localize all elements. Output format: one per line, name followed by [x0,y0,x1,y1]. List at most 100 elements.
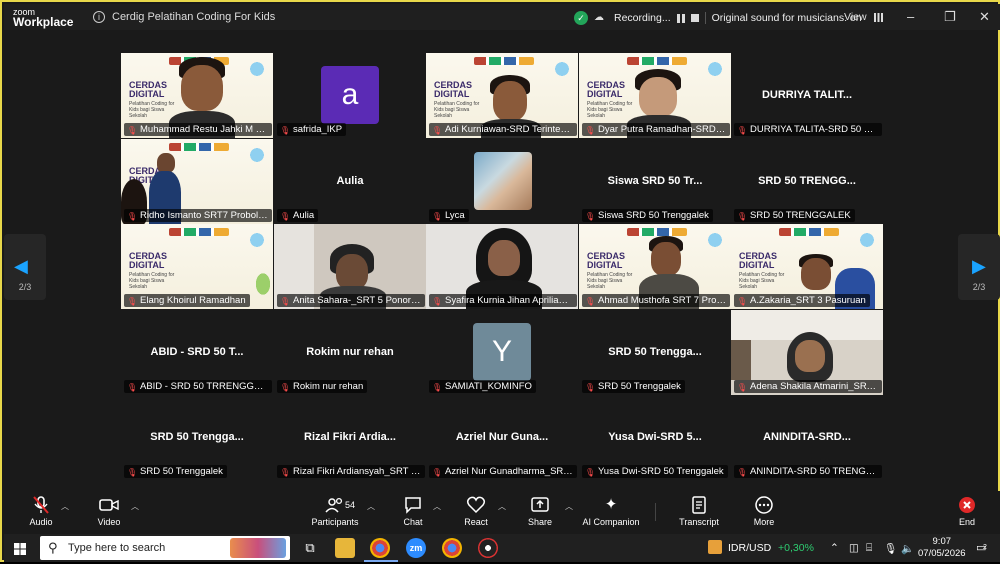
participant-name: Siswa SRD 50 Trenggalek [582,209,713,222]
muted-mic-icon: 🎙 [280,297,291,306]
chat-label: Chat [403,517,423,527]
participant-tile[interactable]: Azriel Nur Guna... Azriel Nur Gunadharma… [426,395,578,480]
participants-button[interactable]: 54 Participants [307,495,363,527]
participant-tile[interactable]: CERDAS DIGITAL Pelatihan Coding for Kids … [121,53,273,138]
muted-mic-icon: 🎙 [127,468,138,477]
participants-options-caret-icon[interactable]: ︿ [367,501,375,512]
mic-icon[interactable]: 🎙 [884,542,897,555]
participant-tile[interactable]: CERDAS DIGITAL Pelatihan Coding for Kids … [731,224,883,309]
more-label: More [753,517,775,527]
market-widget-icon[interactable] [708,540,722,554]
clock-time: 9:07 [932,536,952,547]
sparkle-icon: ✦ [604,496,618,513]
react-options-caret-icon[interactable]: ︿ [498,501,506,512]
share-label: Share [527,517,553,527]
chrome-profile-icon[interactable] [442,538,462,558]
muted-mic-icon: 🎙 [127,126,138,135]
video-button[interactable]: Video [94,495,124,527]
currency-change: +0,30% [778,542,814,554]
background-door [731,340,751,380]
volume-icon[interactable]: 🔈 [901,542,914,555]
windows-start-icon[interactable] [14,542,26,560]
decoration [253,269,273,299]
participant-name: Adena Shakila Atmarini_SRT 5... [734,380,882,393]
network-icon[interactable]: ⌸ [866,542,872,555]
participant-tile[interactable]: CERDAS DIGITAL Pelatihan Coding for Kids … [426,53,578,138]
participant-tile[interactable]: CERDAS DIGITAL Pelatihan Coding for Kids … [579,224,731,309]
muted-mic-icon: 🎙 [127,297,138,306]
share-screen-icon [525,495,555,515]
participant-tile[interactable]: Yusa Dwi-SRD 5... Yusa Dwi-SRD 50 Trengg… [579,395,731,480]
participant-tile[interactable]: Lyca 🎙 [426,139,578,224]
decoration [245,57,269,81]
zoom-app-icon[interactable]: zm [406,538,426,558]
participant-tile[interactable]: a safrida_IKP 🎙 [274,53,426,138]
participant-tile[interactable]: CERDAS DIGITAL Ridho Ismanto SRT7 Proboli… [121,139,273,224]
app-icon[interactable] [478,538,498,558]
banner-subtitle: Pelatihan Coding for Kids bagi Siswa Sek… [739,272,785,290]
participant-tile[interactable]: Aulia Aulia 🎙 [274,139,426,224]
banner-subtitle: Pelatihan Coding for Kids bagi Siswa Sek… [587,101,633,119]
muted-mic-icon [26,495,56,515]
zoom-window: zoom Workplace i Cerdig Pelatihan Coding… [0,0,1000,562]
chat-button[interactable]: Chat [398,495,428,527]
muted-mic-icon: 🎙 [737,383,748,392]
participant-tile[interactable]: CERDAS DIGITAL Pelatihan Coding for Kids … [579,53,731,138]
video-label: Video [97,517,121,527]
muted-mic-icon: 🎙 [737,212,748,221]
react-button[interactable]: React [459,495,493,527]
transcript-button[interactable]: Transcript [677,495,721,527]
muted-mic-icon: 🎙 [280,212,291,221]
decoration [550,57,574,81]
participant-name: A.Zakaria_SRT 3 Pasuruan [734,294,870,307]
ai-companion-button[interactable]: ✦ AI Companion [580,495,642,527]
share-options-caret-icon[interactable]: ︿ [565,501,573,512]
participant-tile[interactable]: Syafira Kurnia Jihan Apriliani_... 🎙 [426,224,578,309]
participant-tile[interactable]: DURRIYA TALIT... DURRIYA TALITA-SRD 50 T… [731,53,883,138]
participant-tile[interactable]: SRD 50 Trengga... SRD 50 Trenggalek 🎙 [121,395,273,480]
banner-title: CERDAS DIGITAL [129,251,168,270]
more-dots-icon [749,495,779,515]
currency-pair[interactable]: IDR/USD [728,542,771,554]
participant-face [181,65,223,111]
file-explorer-icon[interactable] [335,538,355,558]
participant-name: Elang Khoirul Ramadhan [124,294,250,307]
tray-app-icon[interactable]: ◫ [849,542,859,554]
participant-tile[interactable]: SRD 50 TRENGG... SRD 50 TRENGGALEK 🎙 [731,139,883,224]
participant-name: Azriel Nur Gunadharma_SRT 5... [429,465,577,478]
audio-options-caret-icon[interactable]: ︿ [61,501,69,512]
participant-display-name: Rokim nur rehan [306,346,394,358]
chevron-up-icon[interactable]: ⌃ [830,542,839,554]
participant-name: Ahmad Musthofa SRT 7 Prob... [582,294,730,307]
participant-tile[interactable]: Y SAMIATI_KOMINFO 🎙 [426,310,578,395]
participant-tile[interactable]: Siswa SRD 50 Tr... Siswa SRD 50 Trenggal… [579,139,731,224]
share-button[interactable]: Share [525,495,555,527]
participant-name: Ridho Ismanto SRT7 Probolin... [124,209,272,222]
participant-tile[interactable]: ABID - SRD 50 T... ABID - SRD 50 TRRENGG… [121,310,273,395]
banner-title: CERDAS DIGITAL [587,251,626,270]
muted-mic-icon: 🎙 [432,126,443,135]
chat-options-caret-icon[interactable]: ︿ [433,501,441,512]
participant-tile[interactable]: Rizal Fikri Ardia... Rizal Fikri Ardians… [274,395,426,480]
clock[interactable]: 9:07 07/05/2026 [918,536,966,560]
participant-name: ANINDITA-SRD 50 TRENGGAL... [734,465,882,478]
video-options-caret-icon[interactable]: ︿ [131,501,139,512]
audio-button[interactable]: Audio [26,495,56,527]
participant-tile[interactable]: SRD 50 Trengga... SRD 50 Trenggalek 🎙 [579,310,731,395]
more-button[interactable]: More [749,495,779,527]
banner-title: CERDAS DIGITAL [587,80,626,99]
taskbar-search[interactable]: ⚲ Type here to search [40,536,290,560]
participant-tile[interactable]: ANINDITA-SRD... ANINDITA-SRD 50 TRENGGAL… [731,395,883,480]
participant-tile[interactable]: Rokim nur rehan Rokim nur rehan 🎙 [274,310,426,395]
banner-subtitle: Pelatihan Coding for Kids bagi Siswa Sek… [129,272,175,290]
participant-face [639,77,677,117]
participant-tile[interactable]: Adena Shakila Atmarini_SRT 5... 🎙 [731,310,883,395]
sponsor-logos [627,57,687,65]
participant-tile[interactable]: CERDAS DIGITAL Pelatihan Coding for Kids … [121,224,273,309]
end-button[interactable]: End [953,495,981,527]
chrome-icon[interactable] [370,538,390,558]
participant-tile[interactable]: Anita Sahara-_SRT 5 Ponorogo 🎙 [274,224,426,309]
task-view-icon[interactable]: ⧉ [300,538,320,558]
participant-display-name: Yusa Dwi-SRD 5... [608,431,702,443]
audio-label: Audio [29,517,53,527]
